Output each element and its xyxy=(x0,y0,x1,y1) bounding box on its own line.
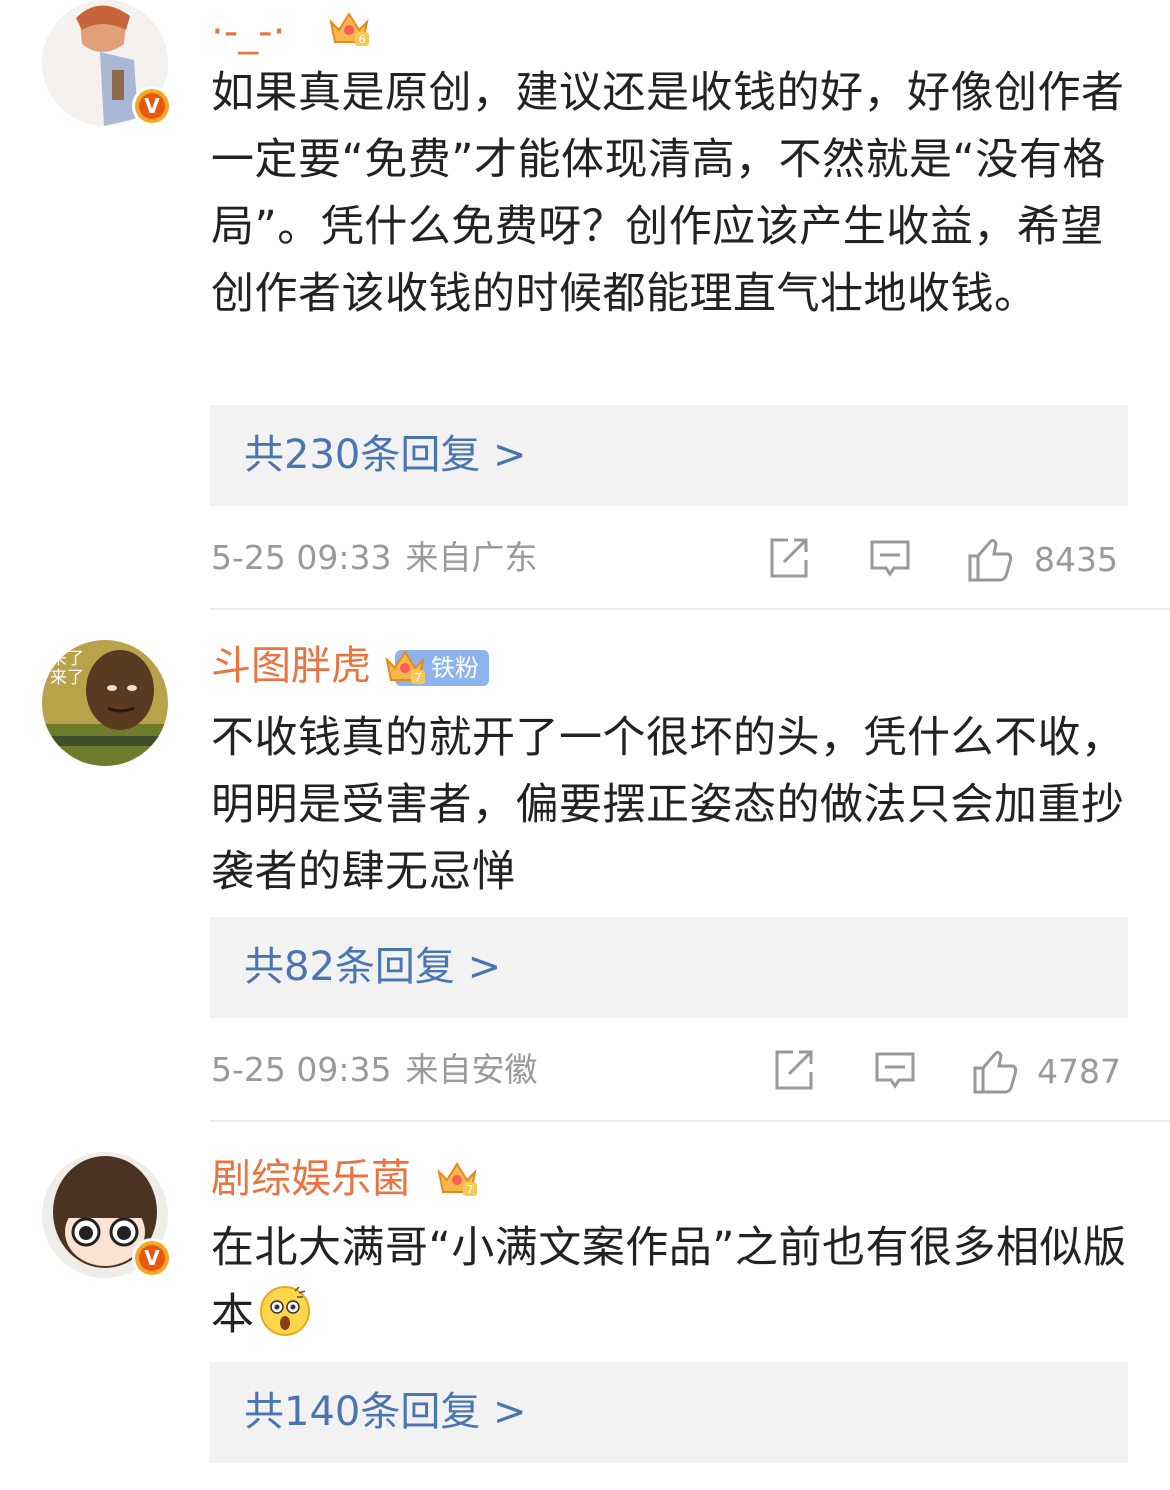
location: 来自广东 xyxy=(405,538,538,577)
share-icon[interactable] xyxy=(771,1048,815,1092)
comment-text: 不收钱真的就开了一个很坏的头，凭什么不收，明明是受害者，偏要摆正姿态的做法只会加… xyxy=(211,713,1125,897)
crown-level-6-icon: 6 xyxy=(329,12,369,46)
like-count: 4787 xyxy=(1037,1052,1121,1091)
avatar-caption: 来了 来了 xyxy=(50,649,84,688)
username[interactable]: 斗图胖虎 xyxy=(211,642,371,690)
share-icon[interactable] xyxy=(766,536,810,580)
username[interactable]: 剧综娱乐菌 xyxy=(211,1155,411,1203)
comment-text-content: 在北大满哥“小满文案作品”之前也有很多相似版本 xyxy=(211,1223,1127,1340)
comment-icon[interactable] xyxy=(868,536,912,580)
verified-badge-icon: V xyxy=(132,1238,172,1278)
crown-level-7-icon: 7 xyxy=(437,1162,477,1196)
comment-actions: 8435 xyxy=(766,536,1126,584)
username[interactable]: ·-_-· xyxy=(211,8,285,56)
view-replies-link[interactable]: 共140条回复 > xyxy=(210,1362,1128,1463)
crown-level-7-icon: 7 xyxy=(385,650,425,684)
divider xyxy=(210,1120,1170,1122)
divider xyxy=(210,608,1170,610)
timestamp: 5-25 09:33 xyxy=(211,538,392,577)
comment-actions: 4787 xyxy=(771,1048,1126,1096)
shocked-face-emoji xyxy=(259,1286,310,1336)
svg-text:6: 6 xyxy=(359,33,366,46)
comment-icon[interactable] xyxy=(873,1048,917,1092)
comment-meta: 5-25 09:33 来自广东 xyxy=(211,538,538,578)
svg-text:7: 7 xyxy=(415,671,422,684)
view-replies-link[interactable]: 共230条回复 > xyxy=(210,405,1128,506)
like-icon[interactable] xyxy=(966,536,1014,584)
svg-text:7: 7 xyxy=(467,1183,474,1196)
comment-text: 如果真是原创，建议还是收钱的好，好像创作者一定要“免费”才能体现清高，不然就是“… xyxy=(211,68,1125,319)
location: 来自安徽 xyxy=(405,1050,538,1089)
verified-badge-icon: V xyxy=(132,86,172,126)
view-replies-link[interactable]: 共82条回复 > xyxy=(210,917,1128,1018)
timestamp: 5-25 09:35 xyxy=(211,1050,392,1089)
comment-meta: 5-25 09:35 来自安徽 xyxy=(211,1050,538,1090)
comment-text: 在北大满哥“小满文案作品”之前也有很多相似版本 xyxy=(211,1215,1141,1349)
like-count: 8435 xyxy=(1034,540,1118,579)
like-icon[interactable] xyxy=(971,1048,1019,1096)
